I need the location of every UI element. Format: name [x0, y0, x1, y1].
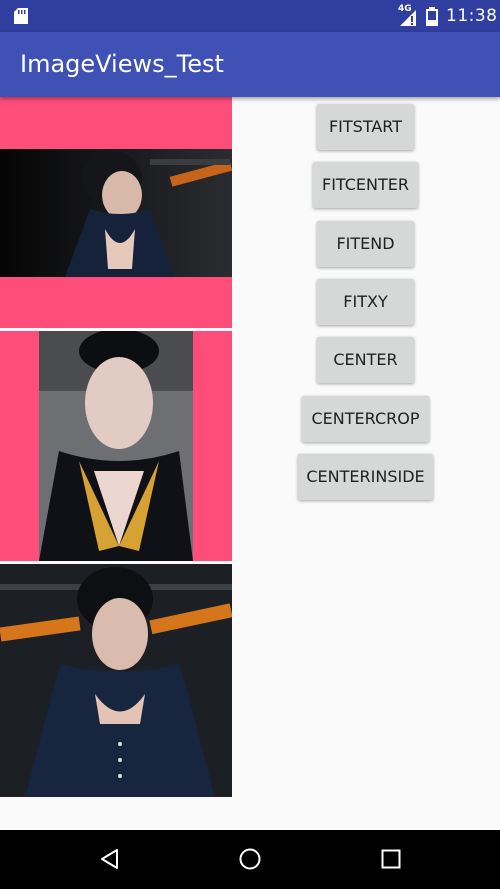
center-button[interactable]: CENTER	[317, 337, 414, 383]
recents-icon[interactable]	[379, 847, 403, 871]
status-bar: 4G 11:38	[0, 0, 500, 32]
centercrop-button[interactable]: CENTERCROP	[302, 396, 429, 442]
sd-card-icon	[14, 8, 28, 24]
back-icon[interactable]	[98, 847, 122, 871]
fitxy-button[interactable]: FITXY	[317, 279, 414, 325]
portrait-photo	[0, 564, 232, 797]
fitend-button[interactable]: FITEND	[317, 221, 414, 267]
battery-icon	[426, 7, 438, 26]
app-bar: ImageViews_Test	[0, 32, 500, 97]
clock: 11:38	[446, 6, 498, 26]
home-icon[interactable]	[238, 847, 262, 871]
image-view-3	[0, 564, 232, 797]
image-view-1	[0, 97, 232, 328]
portrait-photo	[39, 331, 193, 561]
app-title: ImageViews_Test	[20, 50, 224, 78]
signal-icon	[400, 10, 416, 26]
portrait-photo	[0, 149, 232, 277]
fitcenter-button[interactable]: FITCENTER	[313, 162, 418, 208]
centerinside-button[interactable]: CENTERINSIDE	[298, 454, 433, 500]
content-area: FITSTART FITCENTER FITEND FITXY CENTER C…	[0, 97, 500, 830]
navigation-bar	[0, 830, 500, 889]
fitstart-button[interactable]: FITSTART	[317, 104, 414, 150]
image-view-2	[0, 331, 232, 561]
